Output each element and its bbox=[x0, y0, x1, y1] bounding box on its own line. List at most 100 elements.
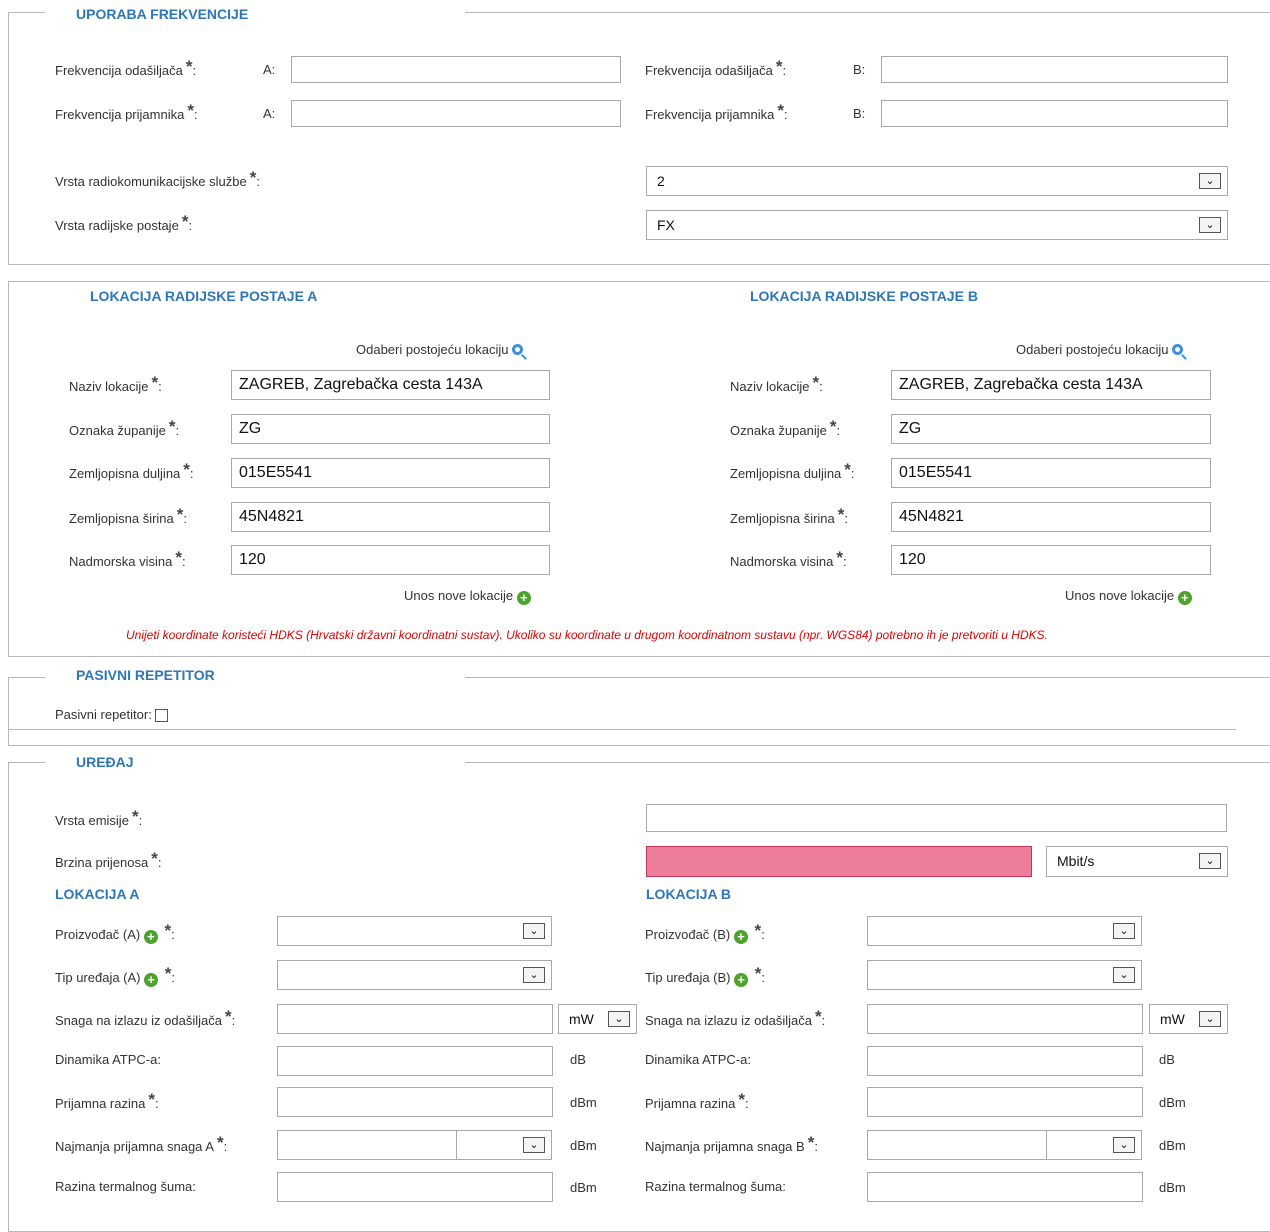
location-a-title: LOKACIJA RADIJSKE POSTAJE A bbox=[80, 288, 328, 304]
latitude-label-a: Zemljopisna širina *: bbox=[69, 505, 188, 526]
chevron-down-icon[interactable]: ⌄ bbox=[523, 1137, 545, 1153]
add-icon: + bbox=[516, 591, 531, 605]
county-input-b[interactable]: ZG bbox=[891, 414, 1211, 444]
chevron-down-icon[interactable]: ⌄ bbox=[1113, 923, 1135, 939]
location-name-label-b: Naziv lokacije *: bbox=[730, 373, 823, 394]
min-rx-power-unit-b: dBm bbox=[1159, 1138, 1186, 1153]
emission-type-label: Vrsta emisije *: bbox=[55, 807, 143, 828]
rx-level-label-a: Prijamna razina *: bbox=[55, 1090, 159, 1111]
side-b-label: B: bbox=[853, 62, 866, 77]
location-name-input-a[interactable]: ZAGREB, Zagrebačka cesta 143A bbox=[231, 370, 550, 400]
thermal-noise-input-b[interactable] bbox=[867, 1172, 1143, 1202]
add-icon[interactable]: + bbox=[143, 930, 158, 944]
location-b-title: LOKACIJA RADIJSKE POSTAJE B bbox=[740, 288, 988, 304]
tx-power-unit-value: mW bbox=[569, 1011, 594, 1027]
rx-level-input-b[interactable] bbox=[867, 1087, 1143, 1117]
side-a-label: A: bbox=[263, 62, 276, 77]
rx-level-unit-b: dBm bbox=[1159, 1095, 1186, 1110]
choose-existing-location-b[interactable]: Odaberi postojeću lokaciju bbox=[1016, 342, 1184, 357]
longitude-label-b: Zemljopisna duljina *: bbox=[730, 460, 855, 481]
chevron-down-icon[interactable]: ⌄ bbox=[608, 1011, 630, 1027]
passive-repeater-section bbox=[8, 677, 1270, 746]
tx-power-unit-value: mW bbox=[1160, 1011, 1185, 1027]
new-location-link-a[interactable]: Unos nove lokacije + bbox=[404, 588, 531, 605]
service-type-label: Vrsta radiokomunikacijske službe *: bbox=[55, 168, 260, 189]
chevron-down-icon[interactable]: ⌄ bbox=[1113, 967, 1135, 983]
service-type-value: 2 bbox=[657, 173, 665, 189]
rx-freq-input-b[interactable] bbox=[881, 100, 1228, 127]
tx-power-input-a[interactable] bbox=[277, 1004, 553, 1034]
chevron-down-icon[interactable]: ⌄ bbox=[1199, 1011, 1221, 1027]
add-icon[interactable]: + bbox=[734, 973, 749, 987]
transfer-rate-unit-select[interactable]: Mbit/s ⌄ bbox=[1046, 846, 1228, 877]
side-a-label: A: bbox=[263, 106, 276, 121]
rx-freq-input-a[interactable] bbox=[291, 100, 621, 127]
rx-level-input-a[interactable] bbox=[277, 1087, 553, 1117]
tx-power-unit-select-b[interactable]: mW ⌄ bbox=[1149, 1004, 1228, 1034]
atpc-input-b[interactable] bbox=[867, 1046, 1143, 1076]
tx-power-label-a: Snaga na izlazu iz odašiljača *: bbox=[55, 1007, 236, 1028]
longitude-label-a: Zemljopisna duljina *: bbox=[69, 460, 194, 481]
latitude-input-b[interactable]: 45N4821 bbox=[891, 502, 1211, 532]
station-type-select[interactable]: FX ⌄ bbox=[646, 210, 1228, 240]
thermal-noise-unit-a: dBm bbox=[570, 1180, 597, 1195]
thermal-noise-label-b: Razina termalnog šuma: bbox=[645, 1179, 786, 1194]
min-rx-power-label-b: Najmanja prijamna snaga B *: bbox=[645, 1133, 818, 1154]
device-type-select-a[interactable]: ⌄ bbox=[277, 960, 552, 990]
manufacturer-select-a[interactable]: ⌄ bbox=[277, 916, 552, 946]
location-b-subtitle: LOKACIJA B bbox=[636, 886, 742, 902]
min-rx-power-label-a: Najmanja prijamna snaga A *: bbox=[55, 1133, 228, 1154]
altitude-input-b[interactable]: 120 bbox=[891, 545, 1211, 575]
chevron-down-icon[interactable]: ⌄ bbox=[1199, 853, 1221, 869]
atpc-input-a[interactable] bbox=[277, 1046, 553, 1076]
tx-power-input-b[interactable] bbox=[867, 1004, 1143, 1034]
rx-freq-label-a: Frekvencija prijamnika *: bbox=[55, 101, 198, 122]
divider bbox=[8, 729, 1236, 730]
latitude-input-a[interactable]: 45N4821 bbox=[231, 502, 550, 532]
side-b-label: B: bbox=[853, 106, 866, 121]
station-type-label: Vrsta radijske postaje *: bbox=[55, 212, 193, 233]
chevron-down-icon[interactable]: ⌄ bbox=[1199, 173, 1221, 189]
county-input-a[interactable]: ZG bbox=[231, 414, 550, 444]
longitude-input-a[interactable]: 015E5541 bbox=[231, 458, 550, 488]
atpc-unit-b: dB bbox=[1159, 1052, 1175, 1067]
min-rx-power-select-a[interactable]: ⌄ bbox=[277, 1130, 552, 1160]
min-rx-power-select-b[interactable]: ⌄ bbox=[867, 1130, 1142, 1160]
passive-repeater-checkbox[interactable] bbox=[155, 709, 169, 722]
thermal-noise-input-a[interactable] bbox=[277, 1172, 553, 1202]
chevron-down-icon[interactable]: ⌄ bbox=[1199, 217, 1221, 233]
tx-power-unit-select-a[interactable]: mW ⌄ bbox=[558, 1004, 637, 1034]
latitude-label-b: Zemljopisna širina *: bbox=[730, 505, 849, 526]
location-name-input-b[interactable]: ZAGREB, Zagrebačka cesta 143A bbox=[891, 370, 1211, 400]
tx-freq-input-b[interactable] bbox=[881, 56, 1228, 83]
new-location-link-b[interactable]: Unos nove lokacije + bbox=[1065, 588, 1192, 605]
atpc-label-a: Dinamika ATPC-a: bbox=[55, 1052, 161, 1067]
manufacturer-label-b: Proizvođač (B) + *: bbox=[645, 921, 765, 944]
location-name-label-a: Naziv lokacije *: bbox=[69, 373, 162, 394]
passive-repeater-label: Pasivni repetitor: bbox=[55, 707, 169, 722]
passive-repeater-title: PASIVNI REPETITOR bbox=[66, 667, 225, 683]
longitude-input-b[interactable]: 015E5541 bbox=[891, 458, 1211, 488]
county-label-b: Oznaka županije *: bbox=[730, 417, 841, 438]
transfer-rate-unit-value: Mbit/s bbox=[1057, 853, 1095, 869]
add-icon[interactable]: + bbox=[733, 930, 748, 944]
manufacturer-select-b[interactable]: ⌄ bbox=[867, 916, 1142, 946]
altitude-input-a[interactable]: 120 bbox=[231, 545, 550, 575]
transfer-rate-input[interactable] bbox=[646, 846, 1032, 877]
chevron-down-icon[interactable]: ⌄ bbox=[1113, 1137, 1135, 1153]
choose-existing-location-a[interactable]: Odaberi postojeću lokaciju bbox=[356, 342, 524, 357]
rx-level-label-b: Prijamna razina *: bbox=[645, 1090, 749, 1111]
service-type-select[interactable]: 2 ⌄ bbox=[646, 166, 1228, 196]
atpc-label-b: Dinamika ATPC-a: bbox=[645, 1052, 751, 1067]
chevron-down-icon[interactable]: ⌄ bbox=[523, 923, 545, 939]
device-type-select-b[interactable]: ⌄ bbox=[867, 960, 1142, 990]
location-a-subtitle: LOKACIJA A bbox=[45, 886, 150, 902]
tx-freq-input-a[interactable] bbox=[291, 56, 621, 83]
tx-freq-label-a: Frekvencija odašiljača *: bbox=[55, 57, 197, 78]
chevron-down-icon[interactable]: ⌄ bbox=[523, 967, 545, 983]
search-icon bbox=[512, 344, 524, 355]
rx-level-unit-a: dBm bbox=[570, 1095, 597, 1110]
tx-power-label-b: Snaga na izlazu iz odašiljača *: bbox=[645, 1007, 826, 1028]
add-icon[interactable]: + bbox=[144, 973, 159, 987]
emission-type-input[interactable] bbox=[646, 804, 1227, 832]
